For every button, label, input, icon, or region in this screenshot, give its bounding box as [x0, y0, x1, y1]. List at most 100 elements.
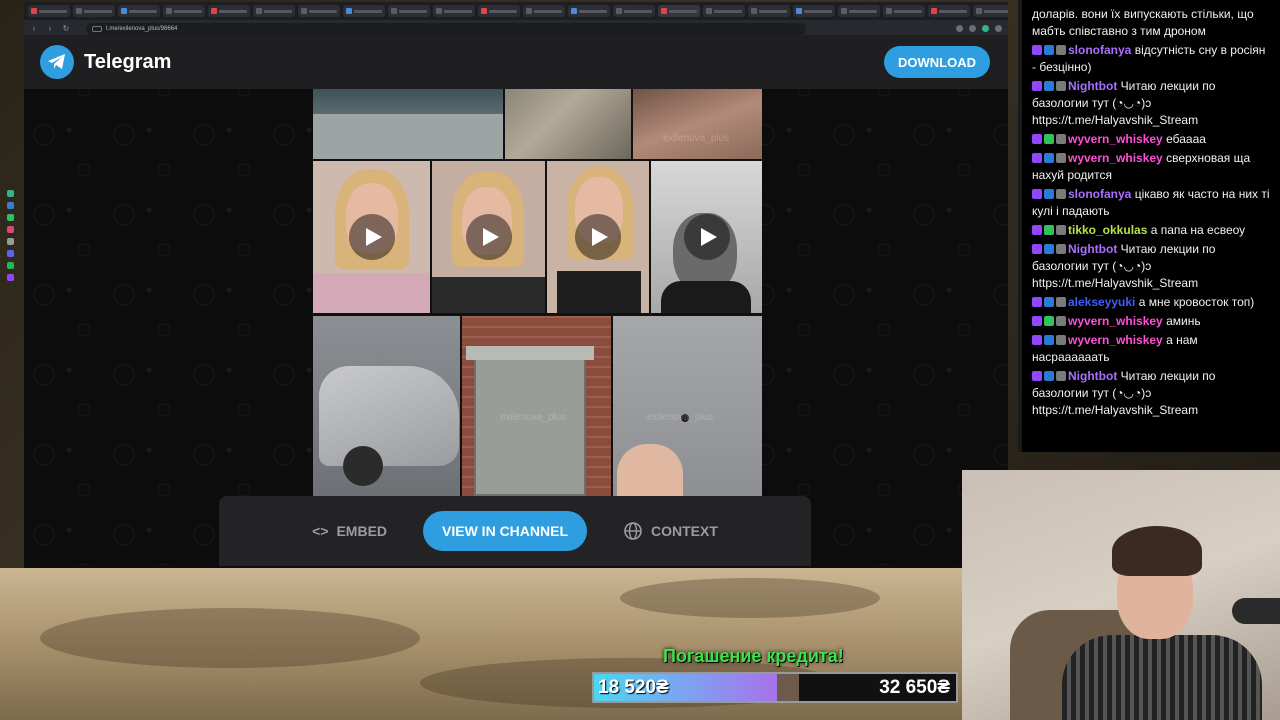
tab-favicon-icon	[301, 8, 307, 14]
chat-username[interactable]: Nightbot	[1068, 369, 1117, 383]
browser-tab[interactable]	[523, 5, 565, 17]
browser-tab[interactable]	[613, 5, 655, 17]
spotify-icon[interactable]	[6, 262, 14, 269]
chat-badge-icon	[1032, 371, 1042, 381]
play-icon[interactable]	[348, 214, 395, 260]
x-icon[interactable]	[6, 238, 14, 245]
chat-badge-icon	[1056, 316, 1066, 326]
browser-tab[interactable]	[973, 5, 1008, 17]
album-video[interactable]	[651, 161, 762, 313]
tab-favicon-icon	[841, 8, 847, 14]
browser-tab[interactable]	[568, 5, 610, 17]
chat-badge-icon	[1032, 134, 1042, 144]
tab-favicon-icon	[481, 8, 487, 14]
download-button[interactable]: DOWNLOAD	[884, 46, 990, 78]
forward-icon[interactable]: ›	[46, 24, 54, 33]
browser-tab[interactable]	[208, 5, 250, 17]
album-photo[interactable]	[313, 89, 503, 159]
album-photo[interactable]	[313, 316, 460, 496]
whatsapp-icon[interactable]	[6, 214, 14, 221]
watermark-text: exilenova_plus	[500, 412, 567, 423]
chat-username[interactable]: Nightbot	[1068, 242, 1117, 256]
telegram-logo-icon[interactable]	[40, 45, 74, 79]
chat-badge-icon	[1032, 81, 1042, 91]
chat-username[interactable]: wyvern_whiskey	[1068, 314, 1163, 328]
browser-tab[interactable]	[838, 5, 880, 17]
code-icon: <>	[312, 523, 329, 539]
donation-goal-amount: 32 650₴	[879, 677, 950, 698]
tab-favicon-icon	[571, 8, 577, 14]
chat-username[interactable]: wyvern_whiskey	[1068, 151, 1163, 165]
browser-tab[interactable]	[73, 5, 115, 17]
browser-tab[interactable]	[253, 5, 295, 17]
sidebar-app-icon[interactable]	[6, 202, 14, 209]
profile-icon[interactable]	[995, 25, 1002, 32]
tab-favicon-icon	[661, 8, 667, 14]
twitch-icon[interactable]	[6, 274, 14, 281]
tab-favicon-icon	[211, 8, 217, 14]
chat-badge-icon	[1044, 45, 1054, 55]
browser-tab[interactable]	[298, 5, 340, 17]
browser-tab[interactable]	[658, 5, 700, 17]
chat-username[interactable]: slonofanya	[1068, 187, 1131, 201]
play-icon[interactable]	[683, 214, 730, 260]
play-icon[interactable]	[575, 214, 621, 260]
album-photo[interactable]	[505, 89, 631, 159]
browser-tab[interactable]	[433, 5, 475, 17]
play-icon[interactable]	[465, 214, 512, 260]
view-in-channel-button[interactable]: VIEW IN CHANNEL	[423, 511, 588, 551]
embed-button[interactable]: <> EMBED	[312, 523, 387, 539]
context-button[interactable]: CONTEXT	[623, 521, 718, 541]
chat-message-text: доларів. вони їх випускають стільки, що …	[1032, 7, 1254, 38]
tab-title	[849, 9, 877, 13]
album-photo[interactable]: exilenova_plus	[633, 89, 762, 159]
chat-username[interactable]: slonofanya	[1068, 43, 1131, 57]
chat-username[interactable]: alekseyyuki	[1068, 295, 1135, 309]
extension-icon[interactable]	[956, 25, 963, 32]
chat-badge-icon	[1056, 153, 1066, 163]
browser-tab[interactable]	[748, 5, 790, 17]
browser-tab[interactable]	[478, 5, 520, 17]
back-icon[interactable]: ‹	[30, 24, 38, 33]
discord-icon[interactable]	[6, 250, 14, 257]
browser-tab[interactable]	[118, 5, 160, 17]
album-video[interactable]	[547, 161, 649, 313]
browser-tab[interactable]	[28, 5, 70, 17]
chat-username[interactable]: Nightbot	[1068, 79, 1117, 93]
album-photo[interactable]: exilenova_plus	[462, 316, 611, 496]
extension-icon[interactable]	[969, 25, 976, 32]
url-field[interactable]: t.me/exilenova_plus/98664	[86, 22, 806, 35]
chat-username[interactable]: wyvern_whiskey	[1068, 333, 1163, 347]
browser-tab[interactable]	[163, 5, 205, 17]
browser-tab[interactable]	[343, 5, 385, 17]
site-info-icon[interactable]	[92, 25, 102, 32]
chat-badge-icon	[1032, 244, 1042, 254]
extension-icons	[956, 25, 1008, 32]
chat-badge-icon	[1032, 335, 1042, 345]
streamer-body	[1062, 635, 1262, 720]
tab-title	[669, 9, 697, 13]
browser-tab[interactable]	[883, 5, 925, 17]
chat-message: Nightbot Читаю лекции по базологии тут (…	[1032, 368, 1270, 419]
chat-username[interactable]: tikko_okkulas	[1068, 223, 1147, 237]
browser-tab[interactable]	[928, 5, 970, 17]
tab-favicon-icon	[31, 8, 37, 14]
browser-tab[interactable]	[703, 5, 745, 17]
vpn-icon[interactable]	[982, 25, 989, 32]
instagram-icon[interactable]	[6, 226, 14, 233]
album-video[interactable]	[313, 161, 430, 313]
tab-title	[354, 9, 382, 13]
album-photo[interactable]: exilenova_plus	[613, 316, 762, 496]
microphone	[1232, 598, 1280, 624]
chat-username[interactable]: wyvern_whiskey	[1068, 132, 1163, 146]
browser-tab[interactable]	[388, 5, 430, 17]
browser-tab[interactable]	[793, 5, 835, 17]
chat-message: wyvern_whiskey а нам насраааааать	[1032, 332, 1270, 366]
tab-title	[984, 9, 1008, 13]
chat-badge-icon	[1032, 297, 1042, 307]
album-video[interactable]	[432, 161, 545, 313]
tab-title	[84, 9, 112, 13]
sidebar-app-icon[interactable]	[6, 190, 14, 197]
reload-icon[interactable]: ↻	[62, 24, 70, 33]
stream-chat: доларів. вони їх випускають стільки, що …	[1018, 0, 1280, 452]
